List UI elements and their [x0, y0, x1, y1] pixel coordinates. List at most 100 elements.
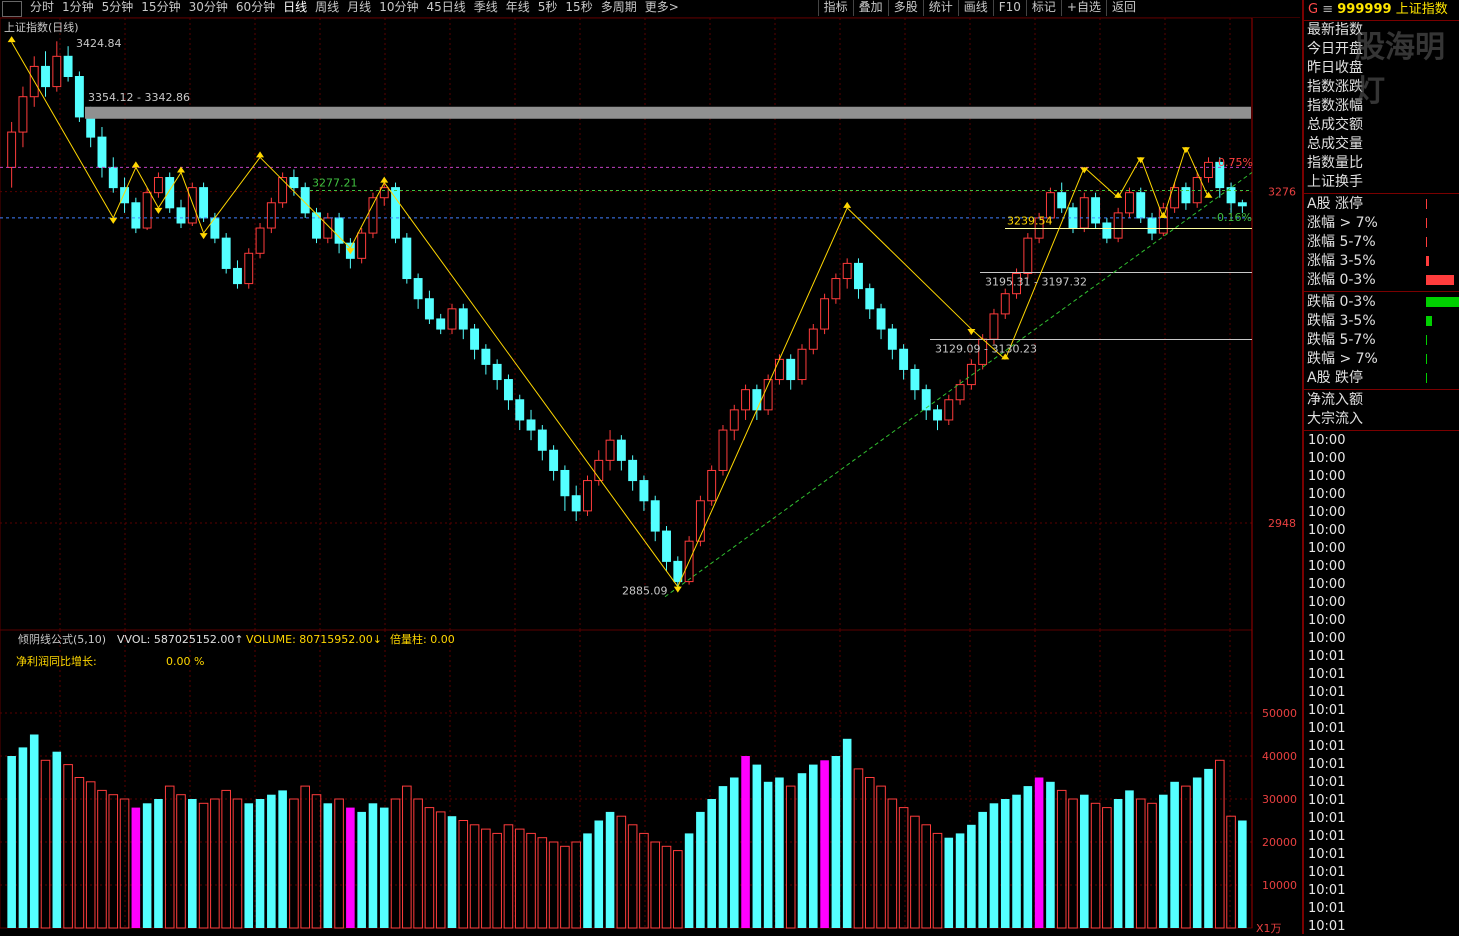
- period-tab-8[interactable]: 月线: [343, 0, 375, 17]
- sidebar-ticks-8: 10:00: [1308, 577, 1346, 592]
- volume-bar: [323, 803, 333, 928]
- volume-bar: [526, 832, 536, 929]
- period-tab-0[interactable]: 分时: [26, 0, 58, 17]
- sidebar-fields-8: 上证换手: [1307, 174, 1363, 190]
- candle-body: [52, 55, 62, 88]
- volume-bar: [221, 789, 231, 929]
- candle-body: [876, 308, 886, 330]
- unit-label: X1万: [1256, 922, 1282, 934]
- volume-bar: [763, 781, 773, 928]
- tool-button-6[interactable]: 标记: [1025, 0, 1061, 16]
- period-tab-6[interactable]: 日线: [279, 0, 311, 17]
- volume-bar: [1079, 794, 1089, 928]
- volume-bar: [853, 768, 864, 929]
- volume-bar: [1181, 785, 1191, 929]
- volume-bar: [955, 833, 965, 928]
- up-distribution: A股 涨停 涨幅 > 7% 涨幅 5-7% 涨幅 3-5% 涨幅 0-3%: [1304, 195, 1459, 290]
- tool-button-1[interactable]: 叠加: [852, 0, 888, 16]
- sidebar-up_rows-4: 涨幅 0-3%: [1304, 271, 1459, 290]
- period-tab-1[interactable]: 1分钟: [58, 0, 98, 17]
- candle-body: [729, 409, 739, 431]
- volume-label: VOLUME: 80715952.00↓: [246, 633, 382, 646]
- candle-body: [1000, 293, 1010, 315]
- tool-button-8[interactable]: 返回: [1105, 0, 1141, 16]
- period-tab-16[interactable]: 更多>: [641, 0, 683, 17]
- volume-bar: [390, 798, 401, 929]
- volume-bar: [944, 837, 954, 928]
- up-bar: [1426, 218, 1427, 228]
- volume-bar: [1238, 820, 1247, 928]
- candle-body: [1057, 192, 1067, 209]
- volume-bar: [820, 760, 829, 928]
- volume-bar: [469, 824, 480, 929]
- volume-bar: [1090, 802, 1101, 929]
- period-tab-3[interactable]: 15分钟: [137, 0, 184, 17]
- candle-body: [515, 399, 525, 421]
- volume-bar: [514, 828, 525, 929]
- volume-bar: [368, 803, 378, 928]
- candle-body: [402, 237, 412, 280]
- zigzag-marker: [256, 151, 265, 158]
- sidebar-down_rows-3: 跌幅 > 7%: [1304, 350, 1459, 369]
- zigzag-segment: [203, 157, 261, 234]
- tick-list[interactable]: 10:00 10:00 10:00 10:00 10:00 10:00 10:00 10:00…: [1304, 432, 1459, 936]
- vol-tick-label: 30000: [1262, 793, 1297, 806]
- volume-bar: [842, 738, 852, 928]
- volume-bar: [887, 798, 898, 929]
- candle-body: [470, 328, 480, 350]
- kline-chart[interactable]: 3276 2948 50000 40000 30000 20000 10000 X1万 上证指数…: [0, 18, 1300, 934]
- tool-button-4[interactable]: 画线: [957, 0, 993, 16]
- candle-body: [379, 187, 389, 199]
- candle-body: [1102, 222, 1112, 239]
- candle-body: [120, 187, 130, 204]
- period-tab-7[interactable]: 周线: [311, 0, 343, 17]
- volume-bar: [131, 807, 141, 928]
- period-tab-11[interactable]: 季线: [470, 0, 502, 17]
- sidebar-ticks-15: 10:01: [1308, 703, 1346, 718]
- period-tab-5[interactable]: 60分钟: [232, 0, 279, 17]
- sidebar-up_rows-1: 涨幅 > 7%: [1304, 214, 1459, 233]
- candle-body: [797, 348, 807, 381]
- period-tab-14[interactable]: 15秒: [561, 0, 596, 17]
- volume-bar: [1170, 781, 1179, 928]
- volume-bar: [696, 811, 705, 928]
- candle-body: [628, 459, 638, 482]
- candle-body: [1136, 192, 1146, 219]
- tool-button-5[interactable]: F10: [992, 0, 1026, 16]
- volume-bar: [154, 799, 163, 928]
- period-tab-13[interactable]: 5秒: [534, 0, 562, 17]
- period-tab-2[interactable]: 5分钟: [98, 0, 138, 17]
- volume-bar: [1192, 777, 1202, 928]
- tool-button-7[interactable]: +自选: [1060, 0, 1106, 16]
- quote-fields: 最新指数 今日开盘 昨日收盘 指数涨跌 指数涨幅 总成交额 总成交量 指数量比 上证换手: [1304, 21, 1459, 192]
- period-tab-12[interactable]: 年线: [502, 0, 534, 17]
- candle-body: [662, 530, 671, 562]
- period-tab-4[interactable]: 30分钟: [185, 0, 232, 17]
- tool-button-0[interactable]: 指标: [817, 0, 853, 16]
- tool-button-3[interactable]: 统计: [922, 0, 958, 16]
- stock-code: 999999: [1337, 2, 1392, 17]
- candle-body: [278, 177, 288, 204]
- candle-body: [357, 232, 367, 259]
- volume-bar: [1102, 807, 1112, 929]
- candle-body: [616, 439, 626, 461]
- volume-bar: [809, 764, 818, 928]
- volume-bar: [289, 798, 299, 929]
- volume-bar: [40, 759, 51, 929]
- candle-body: [707, 469, 717, 502]
- candle-body: [865, 288, 875, 310]
- zigzag-marker: [673, 586, 682, 593]
- layout-icon[interactable]: [2, 1, 22, 17]
- volume-bar: [188, 799, 197, 928]
- sidebar-ticks-18: 10:01: [1308, 757, 1346, 772]
- volume-bar: [1046, 781, 1055, 928]
- tool-button-2[interactable]: 多股: [887, 0, 923, 16]
- menu-icon[interactable]: ≡: [1322, 2, 1333, 17]
- period-tab-10[interactable]: 45日线: [422, 0, 469, 17]
- volume-bar: [300, 785, 310, 929]
- period-tab-15[interactable]: 多周期: [597, 0, 641, 17]
- volume-bar: [785, 785, 796, 929]
- period-tab-9[interactable]: 10分钟: [375, 0, 422, 17]
- candle-body: [820, 298, 830, 330]
- tool-buttons: 指标 叠加 多股 统计 画线 F10 标记 +自选 返回: [817, 0, 1141, 17]
